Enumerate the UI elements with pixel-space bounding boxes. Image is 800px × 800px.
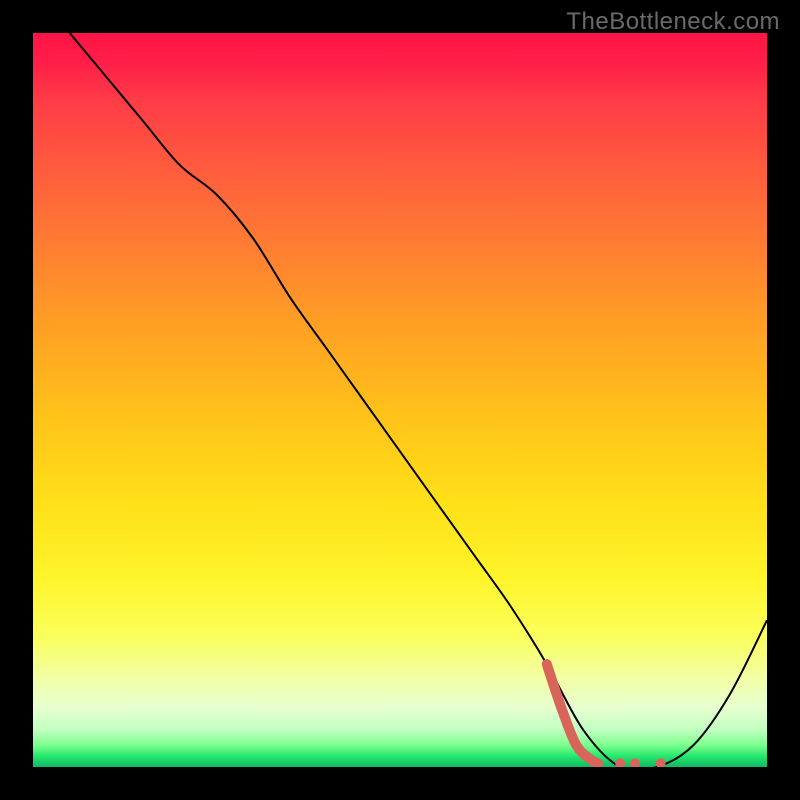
chart-svg [33, 33, 767, 767]
dot-2 [630, 758, 640, 767]
chart-stage: TheBottleneck.com [0, 0, 800, 800]
dot-1 [615, 758, 625, 767]
markers [615, 758, 665, 767]
watermark-text: TheBottleneck.com [566, 8, 780, 36]
bottleneck-curve [70, 33, 767, 767]
dot-3 [656, 758, 666, 767]
plot-area [33, 33, 767, 767]
